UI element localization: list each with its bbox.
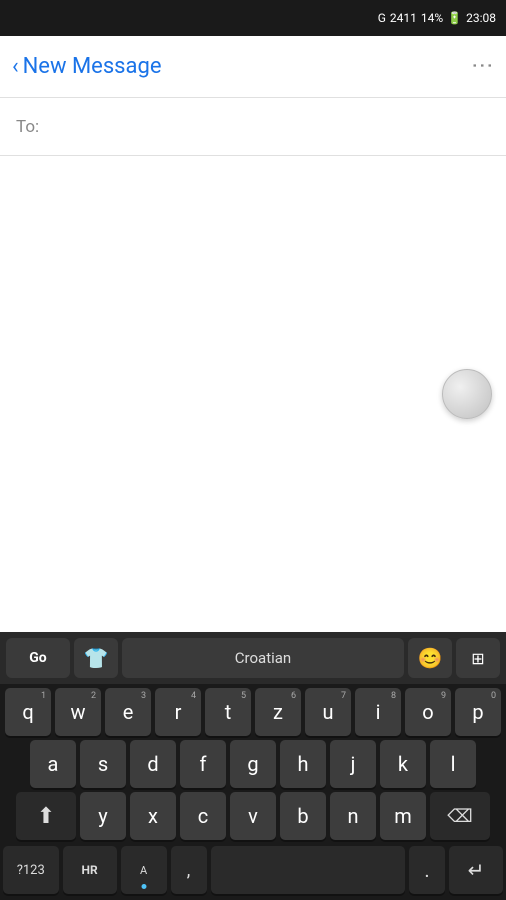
- period-key[interactable]: .: [409, 846, 445, 894]
- battery-pct: 14%: [421, 11, 443, 25]
- key-r[interactable]: 4r: [155, 688, 201, 736]
- key-s[interactable]: s: [80, 740, 126, 788]
- key-y[interactable]: y: [80, 792, 126, 840]
- key-m[interactable]: m: [380, 792, 426, 840]
- grid-button[interactable]: ⊞: [456, 638, 500, 678]
- key-g[interactable]: g: [230, 740, 276, 788]
- key-row-3: ⬆ y x c v b n m ⌫: [3, 792, 503, 840]
- language-button[interactable]: Croatian: [122, 638, 404, 678]
- key-b[interactable]: b: [280, 792, 326, 840]
- shirt-icon: 👕: [84, 646, 109, 670]
- shift-key[interactable]: ⬆: [16, 792, 76, 840]
- time-display: 23:08: [466, 11, 496, 25]
- key-u[interactable]: 7u: [305, 688, 351, 736]
- key-l[interactable]: l: [430, 740, 476, 788]
- key-f[interactable]: f: [180, 740, 226, 788]
- keyboard: Go 👕 Croatian 😊 ⊞ 1q 2w 3e 4r 5t 6z 7u 8…: [0, 632, 506, 900]
- abc-key[interactable]: A: [121, 846, 167, 894]
- key-z[interactable]: 6z: [255, 688, 301, 736]
- key-row-2: a s d f g h j k l: [3, 740, 503, 788]
- go-button[interactable]: Go: [6, 638, 70, 678]
- key-j[interactable]: j: [330, 740, 376, 788]
- bottom-row: ?123 HR A , . ↵: [0, 846, 506, 900]
- key-p[interactable]: 0p: [455, 688, 501, 736]
- app-bar: ‹ New Message ⋮: [0, 36, 506, 98]
- key-o[interactable]: 9o: [405, 688, 451, 736]
- app-title: New Message: [23, 54, 162, 79]
- recipient-input[interactable]: [47, 117, 490, 137]
- network-icon: G: [378, 11, 386, 25]
- key-w[interactable]: 2w: [55, 688, 101, 736]
- grid-icon: ⊞: [471, 649, 484, 668]
- space-key[interactable]: [211, 846, 405, 894]
- key-k[interactable]: k: [380, 740, 426, 788]
- key-t[interactable]: 5t: [205, 688, 251, 736]
- abc-dot: [141, 884, 146, 889]
- key-row-1: 1q 2w 3e 4r 5t 6z 7u 8i 9o 0p: [3, 688, 503, 736]
- backspace-key[interactable]: ⌫: [430, 792, 490, 840]
- key-a[interactable]: a: [30, 740, 76, 788]
- scroll-button[interactable]: [442, 369, 492, 419]
- message-body[interactable]: [0, 156, 506, 632]
- key-v[interactable]: v: [230, 792, 276, 840]
- to-label: To:: [16, 117, 39, 137]
- symbols-key[interactable]: ?123: [3, 846, 59, 894]
- back-button[interactable]: ‹ New Message: [12, 54, 162, 79]
- emoji-button[interactable]: 😊: [408, 638, 452, 678]
- enter-key[interactable]: ↵: [449, 846, 503, 894]
- key-d[interactable]: d: [130, 740, 176, 788]
- back-icon: ‹: [12, 54, 19, 79]
- emoji-icon: 😊: [418, 646, 443, 670]
- key-rows: 1q 2w 3e 4r 5t 6z 7u 8i 9o 0p a s d f g …: [0, 684, 506, 846]
- language-key[interactable]: HR: [63, 846, 117, 894]
- keyboard-toolbar: Go 👕 Croatian 😊 ⊞: [0, 632, 506, 684]
- more-menu-button[interactable]: ⋮: [470, 55, 495, 79]
- signal-bars: 2411: [390, 11, 417, 25]
- shirt-button[interactable]: 👕: [74, 638, 118, 678]
- key-h[interactable]: h: [280, 740, 326, 788]
- comma-key[interactable]: ,: [171, 846, 207, 894]
- status-icons: G 2411 14% 🔋 23:08: [378, 11, 496, 25]
- key-e[interactable]: 3e: [105, 688, 151, 736]
- status-bar: G 2411 14% 🔋 23:08: [0, 0, 506, 36]
- key-n[interactable]: n: [330, 792, 376, 840]
- key-c[interactable]: c: [180, 792, 226, 840]
- key-q[interactable]: 1q: [5, 688, 51, 736]
- battery-icon: 🔋: [447, 11, 462, 25]
- key-x[interactable]: x: [130, 792, 176, 840]
- key-i[interactable]: 8i: [355, 688, 401, 736]
- to-field-container: To:: [0, 98, 506, 156]
